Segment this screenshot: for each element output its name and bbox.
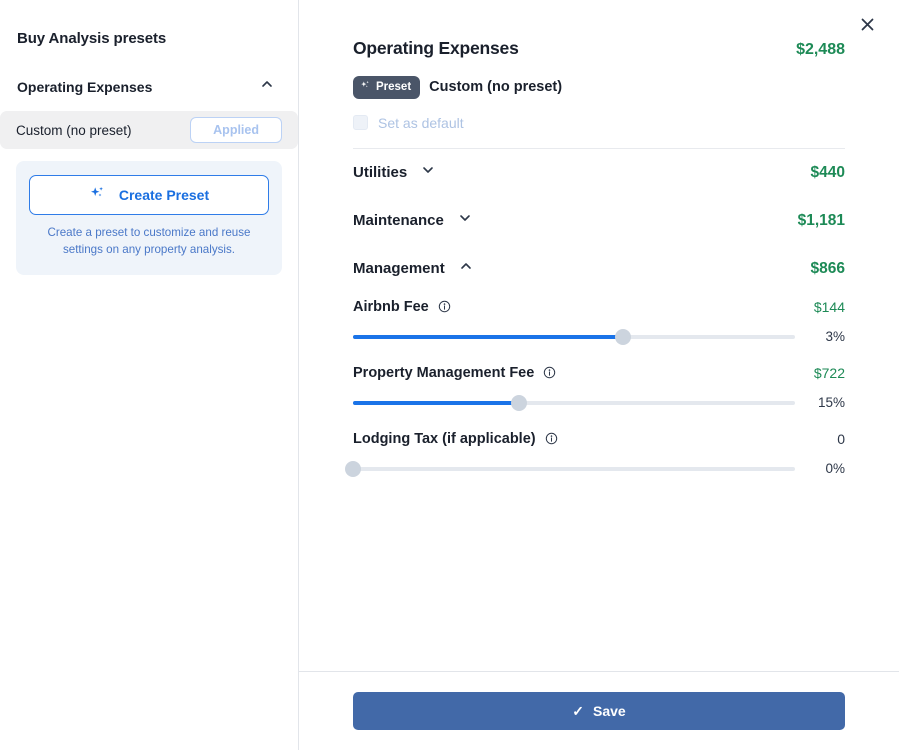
- create-preset-card: Create Preset Create a preset to customi…: [16, 161, 282, 275]
- create-preset-label: Create Preset: [118, 187, 210, 203]
- create-preset-note: Create a preset to customize and reuse s…: [47, 226, 251, 256]
- applied-button[interactable]: Applied: [190, 116, 282, 144]
- slider-percent-label: 3%: [825, 329, 845, 344]
- slider-label: Airbnb Fee: [353, 298, 429, 315]
- sidebar: Buy Analysis presets Operating Expenses …: [0, 0, 299, 750]
- info-icon[interactable]: [438, 300, 451, 313]
- footer: ✓ Save: [299, 672, 899, 750]
- slider-value: $144: [813, 298, 845, 315]
- slider-left: Lodging Tax (if applicable): [353, 431, 558, 447]
- slider-block-airbnb-fee: Airbnb Fee $144 3%: [353, 293, 845, 345]
- slider-lodging-tax[interactable]: [345, 460, 795, 477]
- sidebar-preset-row[interactable]: Custom (no preset) Applied: [0, 111, 298, 149]
- set-as-default-row[interactable]: Set as default: [353, 115, 845, 131]
- slider-track-fill: [353, 334, 623, 339]
- sidebar-title: Buy Analysis presets: [17, 30, 167, 47]
- slider-property-management-fee[interactable]: [353, 394, 795, 411]
- category-row-utilities[interactable]: Utilities $440: [353, 149, 845, 197]
- category-amount: $866: [810, 259, 845, 277]
- slider-value: $722: [813, 364, 845, 381]
- slider-header: Property Management Fee $722: [353, 365, 845, 381]
- slider-track: [353, 466, 795, 471]
- close-icon[interactable]: [853, 10, 881, 38]
- chevron-up-icon[interactable]: [459, 259, 473, 278]
- sparkle-icon: [360, 80, 371, 95]
- sidebar-preset-label: Custom (no preset): [16, 122, 132, 138]
- slider-block-property-management-fee: Property Management Fee $722 15%: [353, 359, 845, 411]
- set-as-default-label: Set as default: [378, 114, 464, 131]
- category-row-management[interactable]: Management $866: [353, 245, 845, 293]
- content-panel: Operating Expenses $2,488 Preset Custom …: [299, 0, 899, 672]
- slider-thumb[interactable]: [345, 460, 361, 477]
- sidebar-section-operating-expenses[interactable]: Operating Expenses: [17, 77, 282, 96]
- preset-indicator: Preset Custom (no preset): [353, 76, 845, 99]
- save-button-label: Save: [593, 703, 626, 719]
- slider-line: 0%: [345, 460, 845, 477]
- info-icon[interactable]: [545, 432, 558, 445]
- slider-thumb[interactable]: [510, 394, 527, 411]
- preset-editor-app: Buy Analysis presets Operating Expenses …: [0, 0, 899, 750]
- chevron-down-icon[interactable]: [458, 211, 472, 230]
- preset-badge: Preset: [353, 76, 421, 99]
- category-label: Maintenance: [353, 212, 444, 229]
- category-left: Utilities: [353, 163, 435, 182]
- create-preset-button[interactable]: Create Preset: [29, 175, 269, 215]
- category-amount: $1,181: [797, 211, 845, 229]
- slider-line: 3%: [353, 328, 845, 345]
- slider-header: Lodging Tax (if applicable) 0: [353, 431, 845, 447]
- category-amount: $440: [810, 163, 845, 181]
- chevron-down-icon[interactable]: [421, 163, 435, 182]
- sparkle-icon: [89, 185, 107, 206]
- panel-total-amount: $2,488: [796, 41, 845, 58]
- chevron-up-icon: [260, 77, 274, 96]
- slider-airbnb-fee[interactable]: [353, 328, 795, 345]
- page-title: Operating Expenses: [353, 38, 519, 58]
- panel-header: Operating Expenses $2,488: [353, 38, 845, 59]
- category-left: Management: [353, 259, 473, 278]
- sidebar-section-label: Operating Expenses: [17, 78, 153, 95]
- slider-percent-label: 0%: [825, 461, 845, 476]
- slider-left: Property Management Fee: [353, 365, 556, 381]
- category-row-maintenance[interactable]: Maintenance $1,181: [353, 197, 845, 245]
- slider-value: 0: [837, 430, 845, 447]
- save-button[interactable]: ✓ Save: [353, 692, 845, 730]
- preset-badge-label: Preset: [376, 80, 412, 93]
- category-left: Maintenance: [353, 211, 472, 230]
- slider-percent-label: 15%: [817, 395, 845, 410]
- slider-block-lodging-tax: Lodging Tax (if applicable) 0 0%: [345, 425, 845, 477]
- set-as-default-checkbox[interactable]: [353, 115, 368, 130]
- panel-inner: Operating Expenses $2,488 Preset Custom …: [299, 0, 899, 477]
- slider-thumb[interactable]: [614, 328, 631, 345]
- preset-name: Custom (no preset): [429, 79, 563, 96]
- slider-header: Airbnb Fee $144: [353, 299, 845, 315]
- slider-line: 15%: [353, 394, 845, 411]
- slider-label: Lodging Tax (if applicable): [353, 430, 536, 447]
- check-icon: ✓: [572, 702, 585, 719]
- category-label: Utilities: [353, 164, 408, 181]
- slider-track-fill: [353, 400, 519, 405]
- info-icon[interactable]: [543, 366, 556, 379]
- slider-label: Property Management Fee: [353, 364, 535, 381]
- main-panel: Operating Expenses $2,488 Preset Custom …: [299, 0, 899, 750]
- category-label: Management: [353, 260, 445, 277]
- slider-left: Airbnb Fee: [353, 299, 451, 315]
